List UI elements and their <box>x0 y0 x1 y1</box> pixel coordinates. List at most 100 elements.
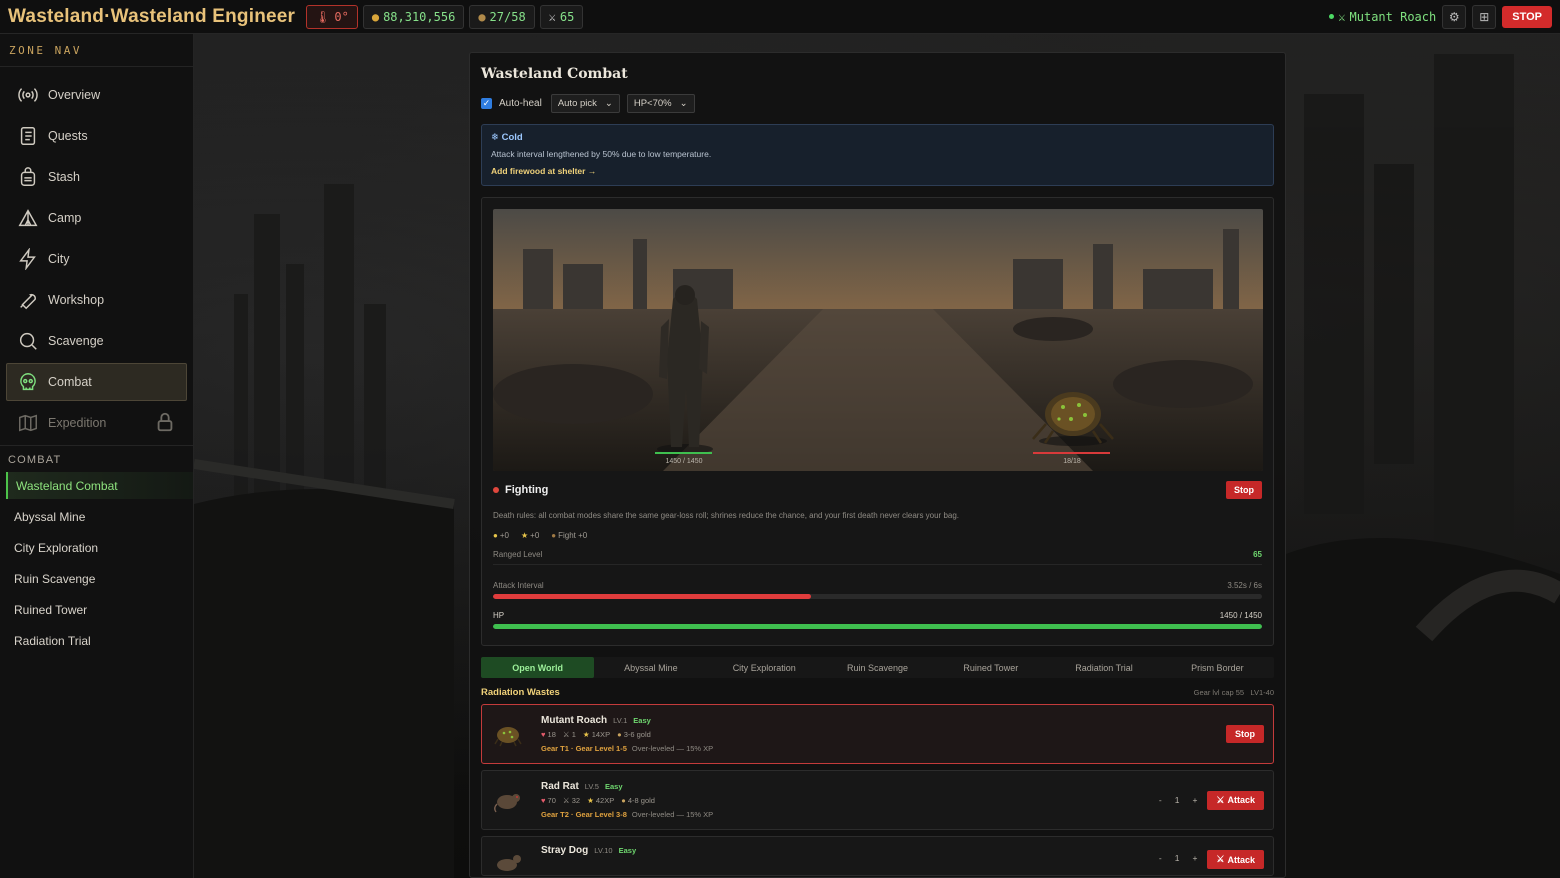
sidebar-item-quests[interactable]: Quests <box>6 117 187 155</box>
subnav-ruined-tower[interactable]: Ruined Tower <box>6 596 193 623</box>
enemy-info: Stray Dog LV.10 Easy <box>541 845 1159 856</box>
enemy-difficulty: Easy <box>618 846 637 855</box>
heal-threshold-select[interactable]: HP<70% ⌄ <box>626 94 695 113</box>
temperature-chip[interactable]: 🌡 0° <box>306 4 358 29</box>
page-title: Wasteland Combat <box>481 66 628 82</box>
enemy-header: Stray Dog LV.10 Easy <box>541 845 1159 856</box>
combat-controls: ✓ Auto-heal Auto pick ⌄ HP<70% ⌄ <box>481 94 1274 113</box>
subnav-radiation-trial[interactable]: Radiation Trial <box>6 627 193 654</box>
sidebar-item-expedition[interactable]: Expedition <box>6 404 187 442</box>
crossed-swords-icon: ⚔ <box>562 796 570 805</box>
add-firewood-link[interactable]: Add firewood at shelter → <box>491 166 1264 176</box>
stop-enemy-button[interactable]: Stop <box>1226 725 1264 743</box>
tab-abyssal-mine[interactable]: Abyssal Mine <box>594 657 707 678</box>
skull-icon <box>20 373 36 391</box>
enemy-note: Over-leveled — 15% XP <box>631 744 714 753</box>
enemy-name: Rad Rat <box>541 781 579 792</box>
map-icon <box>19 414 37 432</box>
attack-interval-bar <box>493 594 1262 599</box>
auto-heal-checkbox[interactable]: ✓ <box>481 98 492 109</box>
region-meta: Gear lvl cap 55 LV1-40 <box>1194 688 1274 697</box>
sidebar-item-camp[interactable]: Camp <box>6 199 187 237</box>
layout-button[interactable]: ⊞ <box>1472 4 1497 29</box>
subnav-abyssal-mine[interactable]: Abyssal Mine <box>6 503 193 530</box>
quantity-value[interactable]: 1 <box>1175 795 1180 805</box>
sidebar-item-overview[interactable]: Overview <box>6 76 187 114</box>
sidebar-item-combat[interactable]: Combat <box>6 363 187 401</box>
attack-button[interactable]: ⚔ Attack <box>1207 790 1264 810</box>
attack-button[interactable]: ⚔ Attack <box>1207 850 1264 869</box>
coin-icon: ● <box>371 9 380 24</box>
enemy-atk: 32 <box>571 796 581 805</box>
quantity-value[interactable]: 1 <box>1175 853 1180 863</box>
gold-chip[interactable]: ● 88,310,556 <box>362 4 465 29</box>
enemy-gold: 4-8 gold <box>627 796 655 805</box>
enemy-difficulty: Easy <box>604 782 623 791</box>
battle-status: Fighting <box>505 484 549 496</box>
coin-icon: ● <box>493 531 498 540</box>
chevron-down-icon: ⌄ <box>604 98 613 109</box>
subnav-ruin-scavenge[interactable]: Ruin Scavenge <box>6 565 193 592</box>
cold-title: ❄ Cold <box>491 132 1264 143</box>
snowflake-icon: ❄ <box>491 132 499 143</box>
gold-value: 88,310,556 <box>383 9 456 24</box>
tab-radiation-trial[interactable]: Radiation Trial <box>1047 657 1160 678</box>
enemy-row[interactable]: Mutant Roach LV.1 Easy ♥ 18 ⚔ 1 ★ 14XP ●… <box>481 704 1274 764</box>
stop-all-button[interactable]: STOP <box>1502 5 1552 28</box>
increment-button[interactable]: + <box>1192 853 1197 863</box>
sidebar-item-label: Stash <box>48 170 80 184</box>
sidebar: ZONE NAV Overview Quests Stash Camp City… <box>0 34 194 878</box>
sidebar-item-label: City <box>48 252 70 266</box>
tab-prism-border[interactable]: Prism Border <box>1161 657 1274 678</box>
heart-icon: ♥ <box>541 796 546 805</box>
threshold-select-value: HP<70% <box>633 98 672 109</box>
enemy-header: Mutant Roach LV.1 Easy <box>541 715 1226 726</box>
hp-row: HP 1450 / 1450 <box>493 611 1262 620</box>
sidebar-item-label: Combat <box>48 375 92 389</box>
sidebar-item-workshop[interactable]: Workshop <box>6 281 187 319</box>
fighting-dot-icon <box>493 487 499 493</box>
sidebar-item-stash[interactable]: Stash <box>6 158 187 196</box>
sidebar-item-label: Scavenge <box>48 334 104 348</box>
auto-heal-label: Auto-heal <box>499 98 542 109</box>
enemy-level: LV.5 <box>584 782 599 791</box>
tab-open-world[interactable]: Open World <box>481 657 595 678</box>
pick-select[interactable]: Auto pick ⌄ <box>550 94 620 113</box>
attack-interval-row: Attack Interval 3.52s / 6s <box>493 581 1262 590</box>
enemy-gear: Gear T2 · Gear Level 3-8 <box>541 810 627 819</box>
tab-city-exploration[interactable]: City Exploration <box>708 657 821 678</box>
subnav-wasteland-combat[interactable]: Wasteland Combat <box>6 472 193 499</box>
tab-ruin-scavenge[interactable]: Ruin Scavenge <box>821 657 934 678</box>
sidebar-item-scavenge[interactable]: Scavenge <box>6 322 187 360</box>
tab-ruined-tower[interactable]: Ruined Tower <box>934 657 1047 678</box>
bag-icon: ● <box>478 9 486 24</box>
thermometer-icon: 🌡 <box>315 9 331 24</box>
sidebar-item-city[interactable]: City <box>6 240 187 278</box>
temperature-value: 0° <box>334 9 349 24</box>
subnav-city-exploration[interactable]: City Exploration <box>6 534 193 561</box>
combat-level-chip[interactable]: ⚔ 65 <box>539 4 584 29</box>
region-level-range: LV1-40 <box>1250 688 1274 697</box>
hp-fill <box>493 624 1262 629</box>
current-enemy-indicator[interactable]: ⚔ Mutant Roach <box>1329 10 1436 24</box>
enemy-hp-label: 18/18 <box>1063 458 1081 465</box>
ranged-level-row: Ranged Level 65 <box>493 550 1262 559</box>
enemy-gear-row: Gear T2 · Gear Level 3-8 Over-leveled — … <box>541 810 1159 819</box>
pick-select-value: Auto pick <box>557 98 597 109</box>
enemy-gear: Gear T1 · Gear Level 1-5 <box>541 744 627 753</box>
enemy-stats: ♥ 70 ⚔ 32 ★ 42XP ● 4-8 gold <box>541 796 1159 805</box>
stop-fight-button[interactable]: Stop <box>1226 481 1262 499</box>
attack-interval-fill <box>493 594 811 599</box>
player-hp-bar <box>655 452 712 454</box>
enemy-level: LV.1 <box>613 716 628 725</box>
star-icon: ★ <box>587 796 594 805</box>
capacity-chip[interactable]: ● 27/58 <box>469 4 535 29</box>
increment-button[interactable]: + <box>1192 795 1197 805</box>
decrement-button[interactable]: - <box>1159 853 1162 863</box>
settings-button[interactable]: ⚙ <box>1442 4 1467 29</box>
enemy-hp: 70 <box>547 796 556 805</box>
enemy-row[interactable]: Stray Dog LV.10 Easy - 1 + ⚔ Attack <box>481 836 1274 876</box>
decrement-button[interactable]: - <box>1159 795 1162 805</box>
enemy-name: Stray Dog <box>541 845 589 856</box>
enemy-row[interactable]: Rad Rat LV.5 Easy ♥ 70 ⚔ 32 ★ 42XP ● 4-8… <box>481 770 1274 830</box>
